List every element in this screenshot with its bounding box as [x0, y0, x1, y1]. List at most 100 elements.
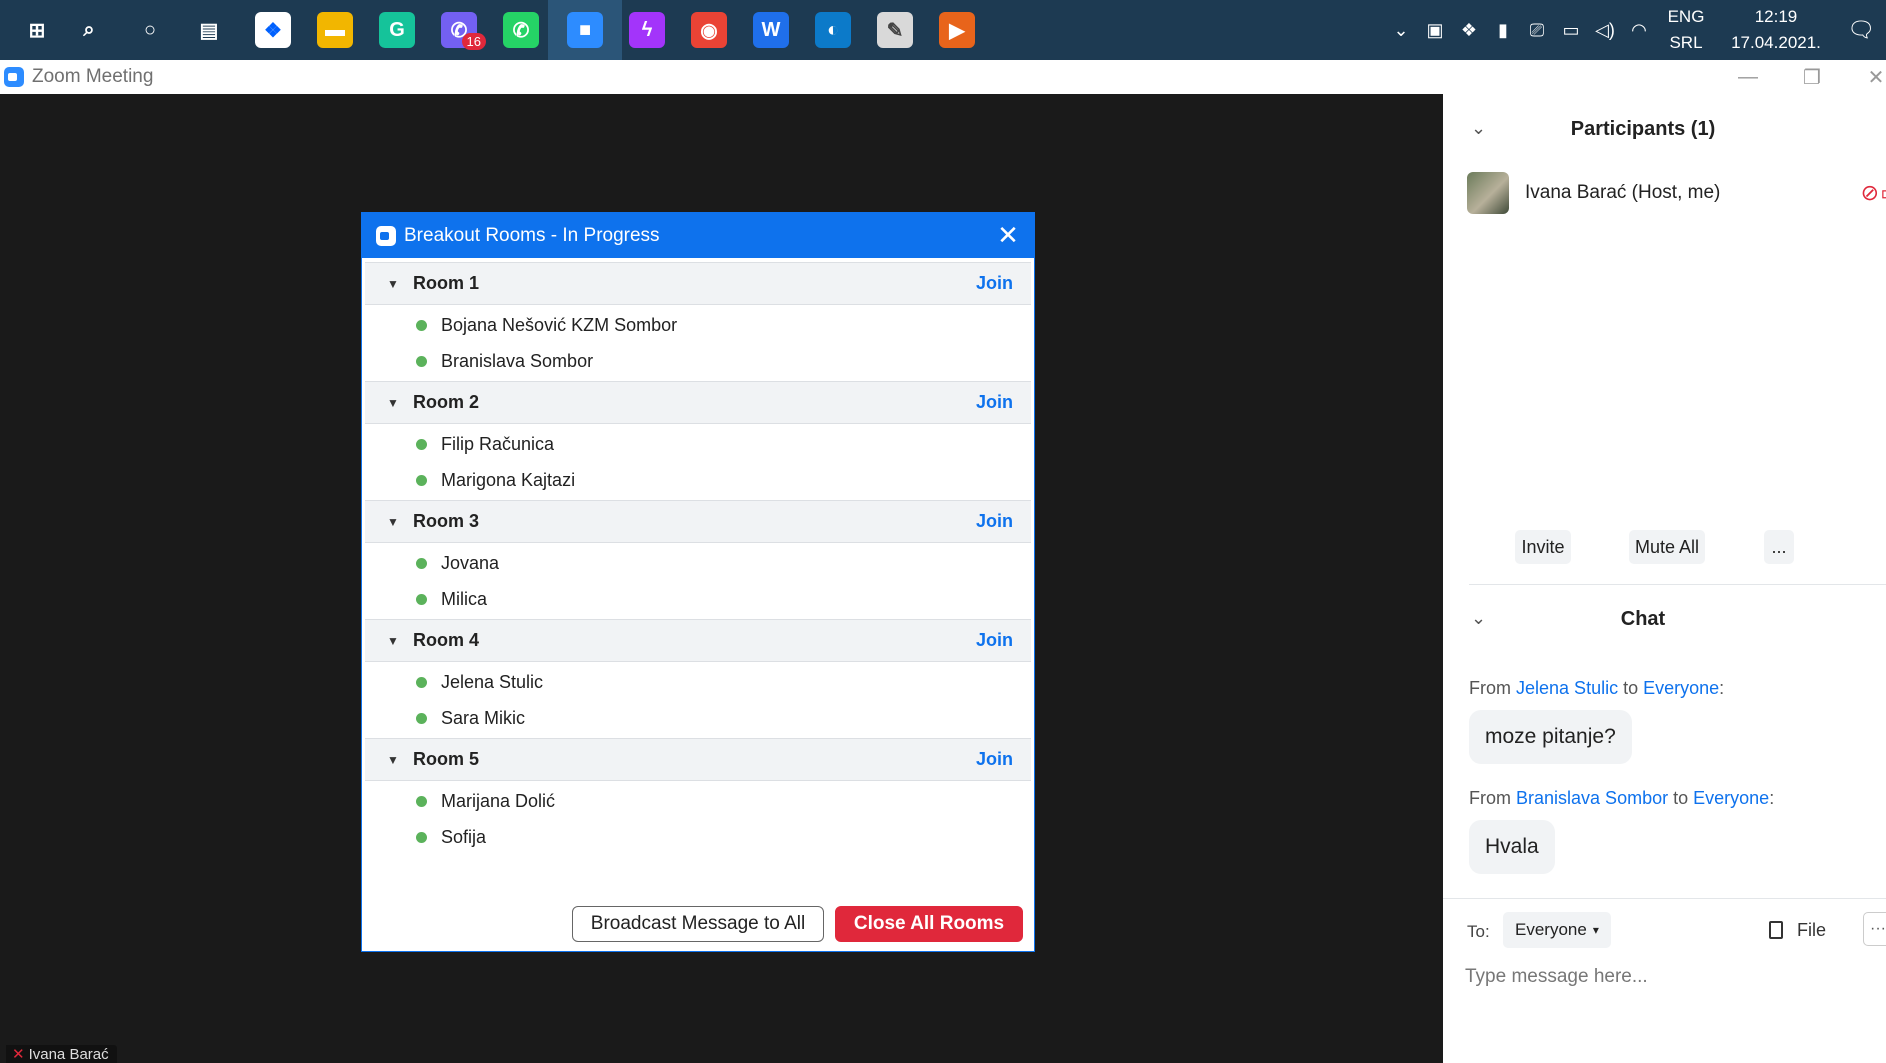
- chat-message-input[interactable]: [1465, 960, 1865, 994]
- muted-mic-icon[interactable]: ⊘: [1861, 180, 1879, 206]
- camera-tray-icon[interactable]: ▣: [1418, 20, 1452, 41]
- close-all-rooms-button[interactable]: Close All Rooms: [835, 906, 1023, 942]
- dialog-title: Breakout Rooms - In Progress: [404, 224, 660, 246]
- caret-down-icon[interactable]: ▼: [387, 277, 399, 291]
- join-room-button[interactable]: Join: [976, 392, 1013, 413]
- microphone-tray-icon[interactable]: ▮: [1486, 20, 1520, 41]
- member-name: Jovana: [441, 552, 500, 573]
- chat-more-button[interactable]: ···: [1863, 912, 1886, 946]
- member-name: Sara Mikic: [441, 707, 526, 728]
- minimize-button[interactable]: —: [1718, 60, 1778, 94]
- clock[interactable]: 12:19 17.04.2021.: [1716, 4, 1836, 56]
- file-button[interactable]: File: [1769, 912, 1826, 948]
- maximize-button[interactable]: ❐: [1782, 60, 1842, 94]
- room-name: Room 1: [413, 273, 480, 293]
- grammarly-icon: G: [379, 12, 415, 48]
- mute-all-button[interactable]: Mute All: [1629, 530, 1705, 564]
- room-member: Filip Računica: [365, 426, 1031, 462]
- online-status-dot: [416, 474, 427, 486]
- caret-down-icon[interactable]: ▼: [387, 634, 399, 648]
- side-panel: ⌄ Participants (1) Ivana Barać (Host, me…: [1443, 94, 1886, 1063]
- room-name: Room 3: [413, 511, 480, 531]
- room-name: Room 2: [413, 392, 480, 412]
- online-status-dot: [416, 712, 427, 724]
- member-name: Marijana Dolić: [441, 790, 556, 811]
- chat-message-bubble: Hvala: [1469, 820, 1555, 874]
- join-room-button[interactable]: Join: [976, 630, 1013, 651]
- join-room-button[interactable]: Join: [976, 511, 1013, 532]
- member-name: Jelena Stulic: [441, 671, 544, 692]
- room-member: Sofija: [365, 819, 1031, 855]
- file-explorer-icon: ▬: [317, 12, 353, 48]
- edge-icon: ◐: [815, 12, 851, 48]
- input-language[interactable]: ENG SRL: [1656, 4, 1716, 56]
- room-header[interactable]: ▼ Room 3 Join: [365, 500, 1031, 543]
- from-label: From: [1469, 788, 1511, 808]
- join-room-button[interactable]: Join: [976, 273, 1013, 294]
- online-status-dot: [416, 676, 427, 688]
- to-label: To:: [1467, 922, 1490, 941]
- caret-down-icon[interactable]: ▼: [387, 753, 399, 767]
- dropbox-tray-icon[interactable]: ❖: [1452, 20, 1486, 41]
- participants-more-button[interactable]: ...: [1764, 530, 1794, 564]
- recipient-select[interactable]: Everyone ▾: [1503, 912, 1611, 948]
- close-icon[interactable]: ✕: [994, 221, 1022, 249]
- battery-icon[interactable]: ▭: [1554, 20, 1588, 41]
- room-header[interactable]: ▼ Room 4 Join: [365, 619, 1031, 662]
- windows-start-icon: ⊞: [28, 19, 46, 42]
- chrome-icon: ◉: [691, 12, 727, 48]
- notification-badge: 16: [461, 33, 486, 50]
- clock-date: 17.04.2021.: [1731, 33, 1821, 52]
- video-off-icon[interactable]: ▭: [1880, 180, 1886, 206]
- file-label: File: [1797, 919, 1827, 940]
- screen-tray-icon[interactable]: ⎚: [1520, 20, 1554, 41]
- room-name: Room 4: [413, 630, 480, 650]
- chat-header: ⌄ Chat: [1443, 594, 1886, 644]
- window-title: Zoom Meeting: [32, 66, 154, 87]
- member-name: Sofija: [441, 826, 487, 847]
- participants-title: Participants (1): [1570, 118, 1716, 140]
- muted-mic-icon: ✕: [12, 1046, 25, 1063]
- close-window-button[interactable]: ✕: [1846, 60, 1886, 94]
- taskbar-app-media-player[interactable]: ▶: [920, 0, 994, 60]
- room-member: Marigona Kajtazi: [365, 462, 1031, 498]
- zoom-logo-icon: [376, 225, 396, 246]
- online-status-dot: [416, 557, 427, 569]
- join-room-button[interactable]: Join: [976, 749, 1013, 770]
- invite-button[interactable]: Invite: [1515, 530, 1571, 564]
- taskbar-app-task-view[interactable]: ▤: [172, 0, 246, 60]
- chat-title: Chat: [1620, 608, 1666, 630]
- member-name: Filip Računica: [441, 433, 555, 454]
- window-titlebar: Zoom Meeting — ❐ ✕: [0, 60, 1886, 94]
- chevron-up-icon[interactable]: ⌄: [1384, 20, 1418, 41]
- room-name: Room 5: [413, 749, 480, 769]
- participant-row[interactable]: Ivana Barać (Host, me) ⊘ ▭: [1467, 172, 1886, 214]
- member-name: Milica: [441, 588, 488, 609]
- room-header[interactable]: ▼ Room 5 Join: [365, 738, 1031, 781]
- volume-icon[interactable]: ◁): [1588, 20, 1622, 41]
- sender-name[interactable]: Branislava Sombor: [1516, 788, 1668, 808]
- room-member-list: Jovana Milica: [365, 543, 1031, 619]
- caret-down-icon[interactable]: ▼: [387, 515, 399, 529]
- paint-icon: ✎: [877, 12, 913, 48]
- caret-down-icon[interactable]: ▼: [387, 396, 399, 410]
- room-member-list: Marijana Dolić Sofija: [365, 781, 1031, 857]
- room-member-list: Filip Računica Marigona Kajtazi: [365, 424, 1031, 500]
- wifi-icon[interactable]: ◠: [1622, 20, 1656, 41]
- breakout-rooms-dialog: Breakout Rooms - In Progress ✕ ▼ Room 1 Jo…: [361, 212, 1035, 952]
- taskbar-app-whatsapp[interactable]: ✆: [484, 0, 558, 60]
- avatar: [1467, 172, 1509, 214]
- room-member-list: Jelena Stulic Sara Mikic: [365, 662, 1031, 738]
- room-header[interactable]: ▼ Room 1 Join: [365, 262, 1031, 305]
- broadcast-message-button[interactable]: Broadcast Message to All: [572, 906, 824, 942]
- recipient-name[interactable]: Everyone: [1643, 678, 1719, 698]
- file-icon: [1769, 921, 1783, 939]
- room-header[interactable]: ▼ Room 2 Join: [365, 381, 1031, 424]
- recipient-name[interactable]: Everyone: [1693, 788, 1769, 808]
- chat-message-header: From Branislava Sombor to Everyone:: [1469, 788, 1775, 808]
- recipient-select-value: Everyone: [1515, 920, 1587, 939]
- sender-name[interactable]: Jelena Stulic: [1516, 678, 1618, 698]
- notification-icon[interactable]: 🗨: [1836, 17, 1886, 43]
- participant-name: Ivana Barać (Host, me): [1525, 182, 1721, 203]
- online-status-dot: [416, 355, 427, 367]
